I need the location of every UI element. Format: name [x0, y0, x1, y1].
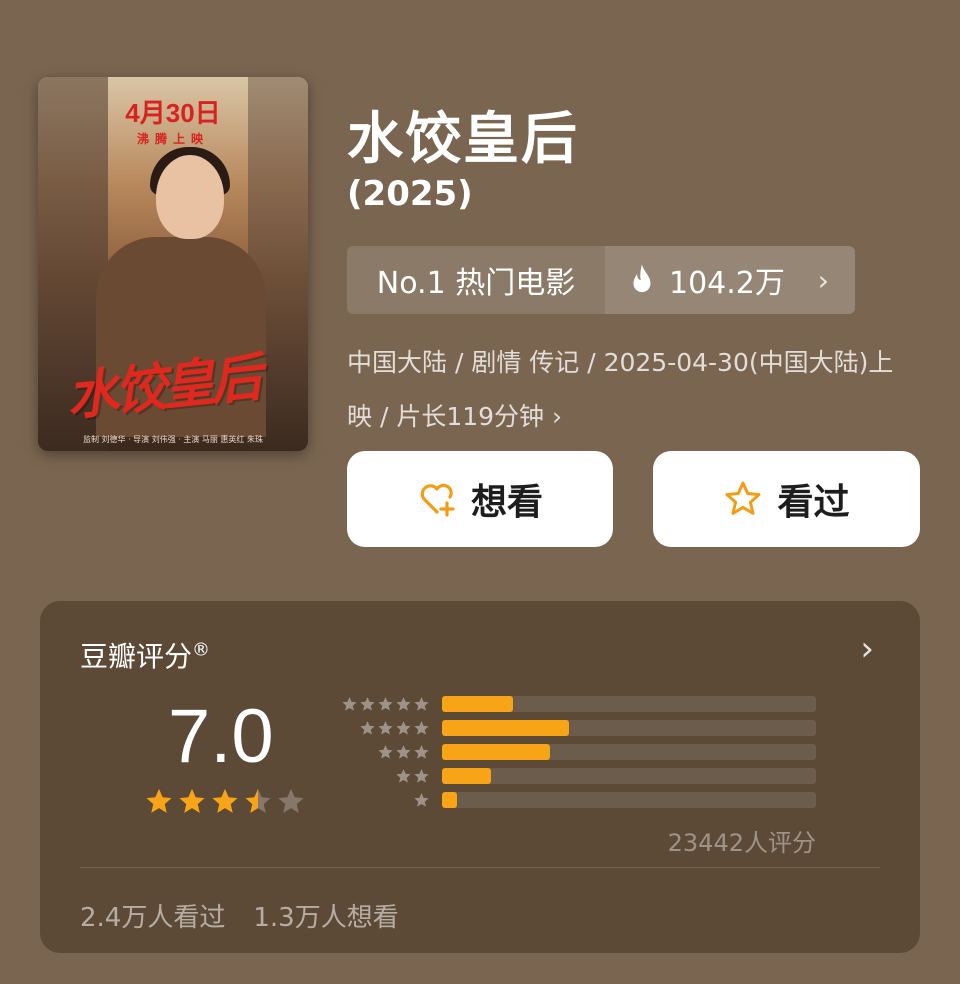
small-star-icon — [396, 696, 411, 711]
small-star-icon — [378, 744, 393, 759]
small-star-icon — [396, 768, 411, 783]
small-star-icon — [342, 696, 357, 711]
star-icon — [212, 788, 238, 813]
chevron-right-icon[interactable]: › — [860, 629, 874, 669]
star-icon — [179, 788, 205, 813]
distribution-bar — [442, 720, 570, 736]
row-stars — [336, 792, 430, 809]
distribution-row-2 — [336, 768, 816, 784]
row-stars — [336, 744, 430, 761]
small-star-icon — [396, 720, 411, 735]
seen-count[interactable]: 2.4万人看过 — [80, 897, 225, 934]
small-star-icon — [414, 696, 429, 711]
heat-section[interactable]: 104.2万 › — [605, 246, 855, 314]
star-icon — [278, 788, 304, 813]
small-star-icon — [378, 720, 393, 735]
row-stars — [336, 768, 430, 785]
poster-credits: 监制 刘德华 · 导演 刘伟强 · 主演 马丽 惠英红 朱珠 — [83, 435, 263, 444]
row-stars — [336, 696, 430, 713]
movie-meta[interactable]: 中国大陆 / 剧情 传记 / 2025-04-30(中国大陆)上映 / 片长11… — [347, 336, 907, 444]
small-star-icon — [414, 768, 429, 783]
distribution-track — [442, 696, 816, 712]
rating-card[interactable]: 豆瓣评分® › 7.0 23442人评分 2.4万人看过 1.3万人想看 — [40, 601, 920, 953]
registered-mark: ® — [192, 639, 211, 661]
poster-date-badge: 4月30日 沸腾上映 — [122, 93, 224, 147]
small-star-icon — [396, 744, 411, 759]
divider — [80, 867, 880, 868]
heat-value: 104.2万 — [669, 266, 785, 301]
distribution-row-5 — [336, 696, 816, 712]
distribution-track — [442, 768, 816, 784]
distribution-bar — [442, 792, 457, 808]
distribution-bar — [442, 696, 514, 712]
small-star-icon — [414, 720, 429, 735]
poster-date: 4月30日 — [125, 98, 221, 128]
movie-year: (2025) — [347, 174, 473, 214]
seen-label: 看过 — [777, 482, 850, 523]
poster-date-sub: 沸腾上映 — [136, 132, 209, 146]
distribution-track — [442, 792, 816, 808]
small-star-icon — [360, 696, 375, 711]
small-star-icon — [414, 792, 429, 807]
star-outline-icon — [725, 481, 761, 515]
distribution-row-3 — [336, 744, 816, 760]
poster-figure-face — [156, 155, 224, 239]
rating-score: 7.0 — [168, 694, 274, 779]
star-icon — [146, 788, 172, 813]
watched-button[interactable]: 看过 — [653, 451, 920, 547]
flame-icon — [633, 264, 651, 293]
small-star-icon — [414, 744, 429, 759]
small-star-icon — [360, 720, 375, 735]
rating-label-text: 豆瓣评分 — [80, 640, 193, 673]
want-to-watch-button[interactable]: 想看 — [347, 451, 613, 547]
rank-pill[interactable]: No.1 热门电影 104.2万 › — [347, 246, 855, 314]
movie-title: 水饺皇后 — [347, 107, 579, 172]
row-stars — [336, 720, 430, 737]
distribution-bar — [442, 744, 551, 760]
distribution-row-4 — [336, 720, 816, 736]
want-label: 想看 — [470, 482, 543, 523]
rating-count: 23442人评分 — [667, 829, 816, 857]
rating-label: 豆瓣评分® — [80, 635, 210, 675]
rating-stars — [144, 787, 306, 817]
distribution-track — [442, 744, 816, 760]
distribution-row-1 — [336, 792, 816, 808]
rank-label: No.1 热门电影 — [376, 266, 576, 301]
star-icon — [245, 788, 271, 813]
small-star-icon — [378, 696, 393, 711]
movie-poster[interactable]: 4月30日 沸腾上映 水饺皇后 监制 刘德华 · 导演 刘伟强 · 主演 马丽 … — [38, 77, 308, 451]
heart-plus-icon — [420, 483, 455, 517]
want-count[interactable]: 1.3万人想看 — [253, 897, 398, 934]
chevron-right-icon: › — [817, 263, 829, 297]
distribution-bar — [442, 768, 491, 784]
distribution-track — [442, 720, 816, 736]
rating-footer: 2.4万人看过 1.3万人想看 — [80, 897, 399, 934]
